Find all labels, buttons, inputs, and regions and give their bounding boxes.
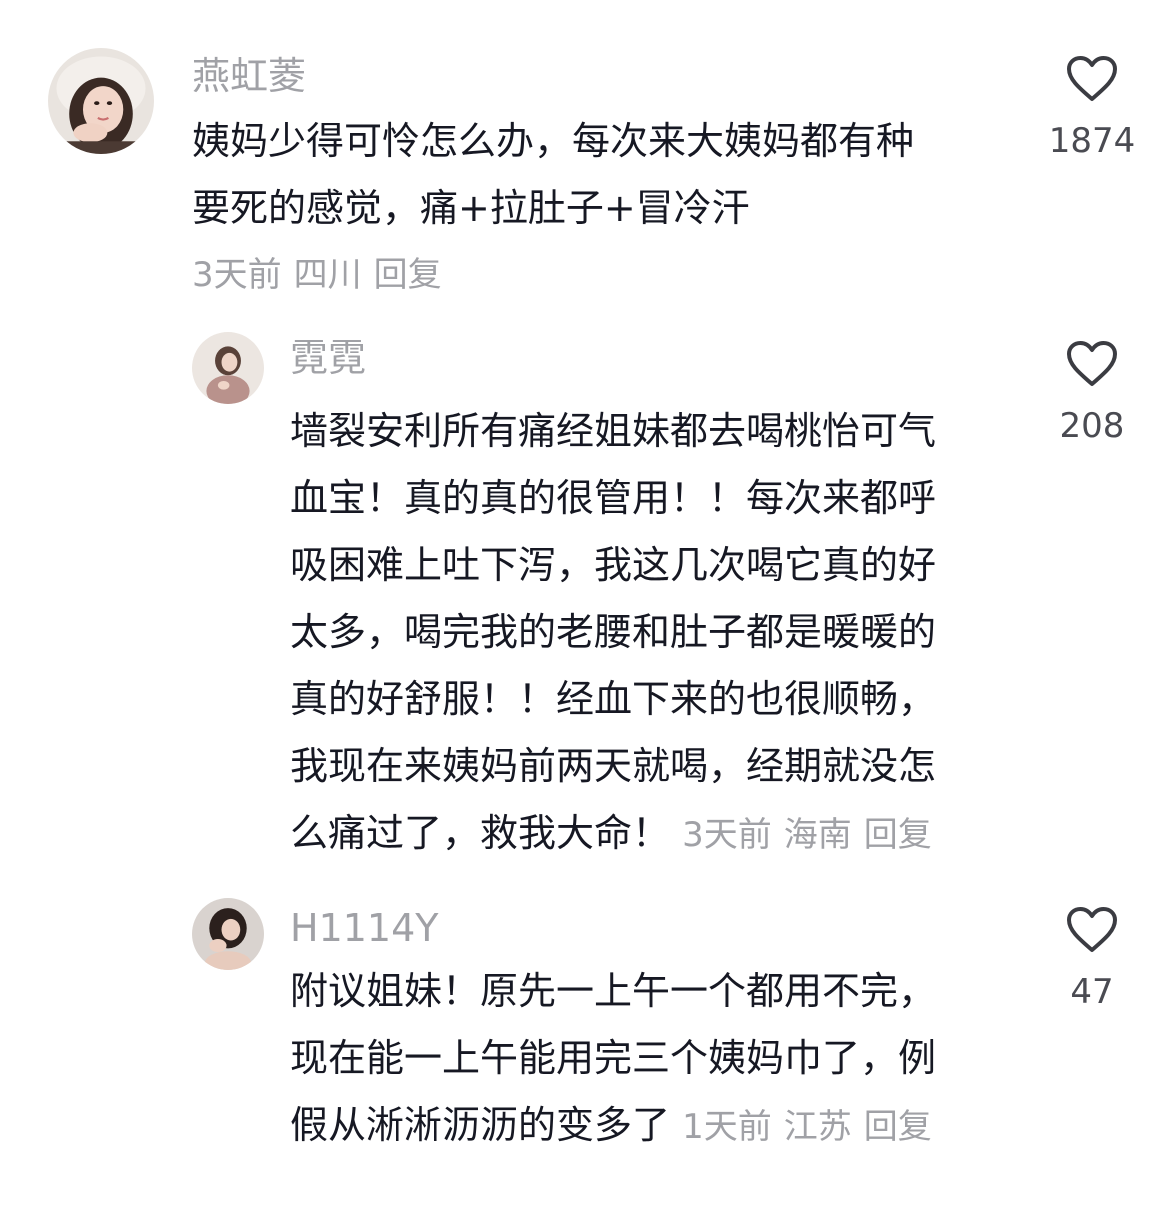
comment-time: 3天前 (192, 255, 282, 295)
comment-text-line: 血宝！真的真的很管用！！每次来都呼 (290, 476, 937, 520)
comment-username[interactable]: H1114Y (290, 904, 439, 952)
avatar[interactable] (192, 898, 264, 970)
comment-text-line: 我现在来姨妈前两天就喝，经期就没怎 (290, 744, 937, 788)
avatar-image (192, 332, 264, 404)
comment-text: 附议姐妹！原先一上午一个都用不完， 现在能一上午能用完三个姨妈巾了，例 假从淅淅… (290, 958, 1030, 1161)
reply-button[interactable]: 回复 (864, 1107, 932, 1147)
comment-text: 姨妈少得可怜怎么办，每次来大姨妈都有种 要死的感觉，痛+拉肚子+冒冷汗 3天前四… (192, 108, 1032, 309)
comment-text-line-last: 么痛过了，救我大命！ 3天前 海南 回复 (290, 800, 1030, 869)
comment-meta: 3天前 四川 回复 (192, 242, 1032, 309)
avatar[interactable] (48, 48, 154, 154)
comment-item: 燕虹菱 姨妈少得可怜怎么办，每次来大姨妈都有种 要死的感觉，痛+拉肚子+冒冷汗 … (0, 0, 1170, 310)
comment-text-line: 太多，喝完我的老腰和肚子都是暖暖的 (290, 610, 937, 654)
comment-meta: 3天前 海南 回复 (682, 815, 944, 855)
comment-text-line: 要死的感觉，痛+拉肚子+冒冷汗 (192, 186, 750, 230)
like-group: 1874 (1032, 55, 1152, 161)
avatar-image (48, 48, 154, 154)
reply-button[interactable]: 回复 (864, 815, 932, 855)
like-count: 208 (1059, 406, 1125, 446)
comment-time: 3天前 (682, 815, 772, 855)
reply-button[interactable]: 回复 (374, 255, 442, 295)
heart-icon[interactable] (1066, 906, 1118, 954)
reply-item: 霓霓 墙裂安利所有痛经姐妹都去喝桃怡可气 血宝！真的真的很管用！！每次来都呼 吸… (0, 310, 1170, 870)
comment-location: 江苏 (783, 1107, 852, 1147)
heart-icon[interactable] (1066, 340, 1118, 388)
comment-text-line-last: 假从淅淅沥沥的变多了 1天前 江苏 回复 (290, 1092, 1030, 1161)
comment-text-line: 墙裂安利所有痛经姐妹都去喝桃怡可气 (290, 409, 937, 453)
comment-text-line: 真的好舒服！！经血下来的也很顺畅， (290, 677, 937, 721)
comment-text-line: 姨妈少得可怜怎么办，每次来大姨妈都有种 (192, 119, 915, 163)
avatar[interactable] (192, 332, 264, 404)
comment-text-line: 现在能一上午能用完三个姨妈巾了，例 (290, 1036, 937, 1080)
comment-text-line: 假从淅淅沥沥的变多了 (290, 1103, 671, 1147)
like-count: 47 (1070, 972, 1114, 1012)
comment-text: 墙裂安利所有痛经姐妹都去喝桃怡可气 血宝！真的真的很管用！！每次来都呼 吸困难上… (290, 398, 1030, 869)
like-group: 47 (1032, 906, 1152, 1012)
comment-username[interactable]: 燕虹菱 (192, 52, 306, 100)
like-group: 208 (1032, 340, 1152, 446)
avatar-image (192, 898, 264, 970)
heart-icon[interactable] (1066, 55, 1118, 103)
comment-text-line: 吸困难上吐下泻，我这几次喝它真的好 (290, 543, 937, 587)
comment-text-line: 附议姐妹！原先一上午一个都用不完， (290, 969, 937, 1013)
comment-time: 1天前 (682, 1107, 772, 1147)
reply-item: H1114Y 附议姐妹！原先一上午一个都用不完， 现在能一上午能用完三个姨妈巾了… (0, 880, 1170, 1200)
comment-meta: 1天前 江苏 回复 (682, 1107, 944, 1147)
comment-text-line: 么痛过了，救我大命！ (290, 811, 671, 855)
comment-username[interactable]: 霓霓 (290, 334, 366, 382)
like-count: 1874 (1048, 121, 1136, 161)
comment-location: 海南 (783, 815, 852, 855)
comment-location: 四川 (293, 255, 362, 295)
